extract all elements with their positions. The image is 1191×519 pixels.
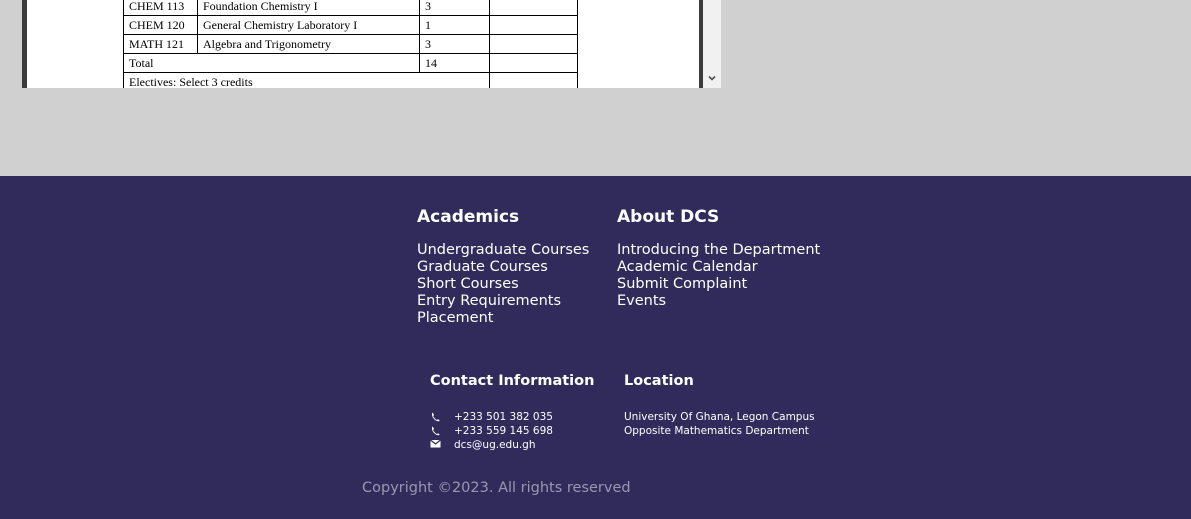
phone-row: +233 501 382 035: [430, 410, 553, 424]
about-links: Introducing the Department Academic Cale…: [617, 242, 820, 310]
footer-link-short-courses[interactable]: Short Courses: [417, 276, 589, 293]
blank-cell: [489, 72, 578, 88]
blank-cell: [489, 0, 578, 16]
table-row: Total 14: [123, 53, 578, 73]
blank-cell: [489, 15, 578, 35]
credits-cell: 1: [419, 15, 490, 35]
about-heading: About DCS: [617, 207, 720, 227]
footer-link-introducing-department[interactable]: Introducing the Department: [617, 242, 820, 259]
phone-row: +233 559 145 698: [430, 424, 553, 438]
footer-link-events[interactable]: Events: [617, 293, 820, 310]
course-table: CHEM 113 Foundation Chemistry I 3 CHEM 1…: [123, 0, 578, 88]
blank-cell: [489, 53, 578, 73]
site-footer: Academics Undergraduate Courses Graduate…: [0, 176, 1191, 519]
course-code-cell: CHEM 120: [123, 15, 198, 35]
footer-link-submit-complaint[interactable]: Submit Complaint: [617, 276, 820, 293]
document-page: CHEM 113 Foundation Chemistry I 3 CHEM 1…: [27, 0, 699, 88]
blank-cell: [489, 34, 578, 54]
location-heading: Location: [624, 373, 694, 389]
phone-number[interactable]: +233 559 145 698: [454, 425, 553, 437]
copyright-text: Copyright ©2023. All rights reserved: [362, 480, 631, 496]
academics-heading: Academics: [417, 207, 520, 227]
table-row: CHEM 113 Foundation Chemistry I 3: [123, 0, 578, 16]
email-address[interactable]: dcs@ug.edu.gh: [454, 439, 536, 451]
footer-link-undergraduate-courses[interactable]: Undergraduate Courses: [417, 242, 589, 259]
table-row: CHEM 120 General Chemistry Laboratory I …: [123, 15, 578, 35]
contact-heading: Contact Information: [430, 373, 595, 389]
total-value-cell: 14: [419, 53, 490, 73]
credits-cell: 3: [419, 0, 490, 16]
pdf-viewer[interactable]: CHEM 113 Foundation Chemistry I 3 CHEM 1…: [22, 0, 721, 88]
location-line: Opposite Mathematics Department: [624, 425, 809, 437]
table-row: Electives: Select 3 credits: [123, 72, 578, 88]
viewer-scrollbar[interactable]: [703, 0, 721, 88]
phone-icon: [430, 411, 444, 423]
academics-links: Undergraduate Courses Graduate Courses S…: [417, 242, 589, 327]
total-label-cell: Total: [123, 53, 420, 73]
course-title-cell: Algebra and Trigonometry: [197, 34, 420, 54]
credits-cell: 3: [419, 34, 490, 54]
email-row: dcs@ug.edu.gh: [430, 438, 536, 452]
chevron-down-icon[interactable]: [707, 73, 717, 83]
footer-link-placement[interactable]: Placement: [417, 310, 589, 327]
location-line: University Of Ghana, Legon Campus: [624, 411, 815, 423]
phone-number[interactable]: +233 501 382 035: [454, 411, 553, 423]
course-title-cell: General Chemistry Laboratory I: [197, 15, 420, 35]
course-title-cell: Foundation Chemistry I: [197, 0, 420, 16]
phone-icon: [430, 425, 444, 437]
course-code-cell: CHEM 113: [123, 0, 198, 16]
footer-link-academic-calendar[interactable]: Academic Calendar: [617, 259, 820, 276]
footer-link-graduate-courses[interactable]: Graduate Courses: [417, 259, 589, 276]
course-code-cell: MATH 121: [123, 34, 198, 54]
footer-link-entry-requirements[interactable]: Entry Requirements: [417, 293, 589, 310]
electives-label-cell: Electives: Select 3 credits: [123, 72, 490, 88]
table-row: MATH 121 Algebra and Trigonometry 3: [123, 34, 578, 54]
envelope-icon: [430, 439, 444, 451]
